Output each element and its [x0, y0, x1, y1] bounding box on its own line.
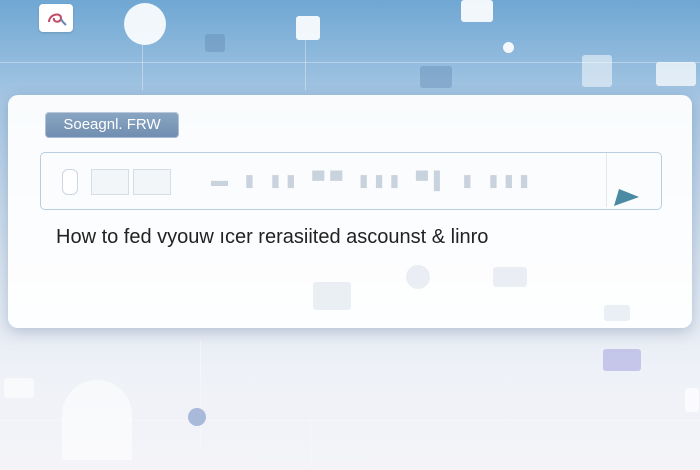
search-placeholder: ▬ ▮ ▮▮ ▀▀ ▮▮▮ ▀▌ ▮ ▮▮▮ [211, 171, 535, 190]
illustration-icon [493, 267, 527, 287]
search-label-chip: Soeagnl. FRW [45, 112, 179, 138]
search-card: Soeagnl. FRW ▬ ▮ ▮▮ ▀▀ ▮▮▮ ▀▌ ▮ ▮▮▮ How … [8, 95, 692, 328]
field-segment [91, 169, 129, 195]
field-toggle-icon [62, 169, 78, 195]
illustration-icon [313, 282, 351, 310]
search-input[interactable]: ▬ ▮ ▮▮ ▀▀ ▮▮▮ ▀▌ ▮ ▮▮▮ [40, 152, 662, 210]
arrow-submit-icon [614, 189, 639, 206]
illustration-icon [406, 265, 430, 289]
field-segment [133, 169, 171, 195]
search-submit-button[interactable] [606, 153, 661, 207]
help-headline[interactable]: How to fed vyouw ıcer rerasiited ascouns… [56, 226, 488, 249]
swirl-logo-icon[interactable] [39, 4, 73, 32]
illustration-icon [604, 305, 630, 321]
